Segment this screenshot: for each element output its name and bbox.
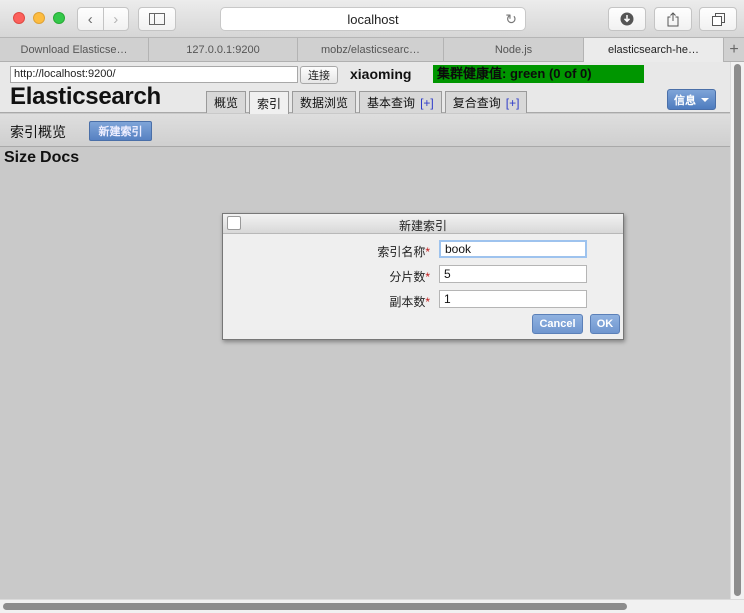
browser-tab[interactable]: Node.js	[444, 38, 584, 62]
new-tab-button[interactable]: +	[724, 38, 744, 62]
cluster-health-badge: 集群健康值: green (0 of 0)	[433, 65, 644, 83]
new-index-dialog: 新建索引 索引名称* book 分片数* 5 副本数* 1 Cancel OK	[222, 213, 624, 340]
tab-overview[interactable]: 概览	[206, 91, 247, 113]
reload-icon[interactable]: ↻	[505, 11, 517, 28]
connect-button[interactable]: 连接	[300, 66, 338, 84]
label-text: 索引名称	[377, 245, 426, 259]
back-icon[interactable]: ‹	[78, 8, 103, 30]
vertical-scrollbar[interactable]	[730, 62, 744, 599]
required-marker: *	[425, 295, 430, 309]
address-bar[interactable]: localhost ↻	[220, 7, 526, 31]
add-tab-link[interactable]: [+]	[420, 96, 434, 110]
column-size: Size	[4, 149, 37, 166]
forward-icon[interactable]: ›	[102, 8, 129, 30]
index-name-input[interactable]: book	[439, 240, 587, 258]
sidebar-icon	[149, 13, 165, 25]
new-index-button[interactable]: 新建索引	[89, 121, 152, 141]
nav-buttons: ‹ ›	[77, 7, 129, 31]
add-tab-link[interactable]: [+]	[506, 96, 520, 110]
dialog-title: 新建索引	[398, 219, 447, 233]
browser-tab-label: 127.0.0.1:9200	[186, 44, 260, 56]
sidebar-toggle-button[interactable]	[138, 7, 176, 31]
browser-tab[interactable]: mobz/elasticsearc…	[298, 38, 444, 62]
form-row-shards: 分片数* 5	[223, 265, 623, 285]
info-dropdown-button[interactable]: 信息	[667, 89, 716, 110]
field-label: 副本数*	[389, 293, 430, 310]
form-row-index-name: 索引名称* book	[223, 240, 623, 260]
browser-titlebar: ‹ › localhost ↻	[0, 0, 744, 38]
label-text: 副本数	[389, 295, 426, 309]
column-docs: Docs	[40, 149, 80, 166]
browser-tab-label: elasticsearch-he…	[607, 44, 700, 56]
tab-label: 索引	[257, 96, 282, 111]
required-marker: *	[425, 270, 430, 284]
tab-compound-query[interactable]: 复合查询 [+]	[444, 91, 528, 113]
shards-input[interactable]: 5	[439, 265, 587, 283]
cancel-button[interactable]: Cancel	[532, 314, 583, 334]
info-label: 信息	[674, 94, 696, 107]
cluster-url-input[interactable]: http://localhost:9200/	[10, 66, 298, 83]
tab-indices[interactable]: 索引	[249, 91, 290, 114]
browser-tab-strip: Download Elasticse… 127.0.0.1:9200 mobz/…	[0, 38, 744, 62]
tab-label: 复合查询	[452, 96, 501, 110]
dialog-header: 新建索引	[223, 214, 623, 234]
downloads-button[interactable]	[608, 7, 646, 31]
tab-label: 基本查询	[367, 96, 416, 110]
label-text: 分片数	[389, 270, 426, 284]
app-brand: Elasticsearch	[10, 83, 161, 110]
browser-tab[interactable]: 127.0.0.1:9200	[149, 38, 298, 62]
required-marker: *	[425, 245, 430, 259]
share-button[interactable]	[654, 7, 692, 31]
address-text: localhost	[347, 11, 399, 27]
ok-button[interactable]: OK	[590, 314, 620, 334]
browser-tab-label: mobz/elasticsearc…	[320, 44, 421, 56]
download-icon	[620, 12, 634, 26]
form-row-replicas: 副本数* 1	[223, 290, 623, 310]
app-header: http://localhost:9200/ 连接 xiaoming 集群健康值…	[0, 62, 730, 114]
field-label: 分片数*	[389, 268, 430, 285]
tab-label: 数据浏览	[300, 96, 349, 110]
tab-browser[interactable]: 数据浏览	[292, 91, 357, 113]
browser-tab-active[interactable]: elasticsearch-he…	[584, 38, 724, 62]
app-tabs: 概览 索引 数据浏览 基本查询 [+] 复合查询 [+]	[206, 91, 528, 114]
horizontal-scroll-thumb[interactable]	[3, 603, 627, 610]
tabs-icon	[711, 12, 725, 26]
cluster-name: xiaoming	[350, 66, 412, 82]
vertical-scroll-thumb[interactable]	[734, 64, 741, 596]
zoom-window-button[interactable]	[53, 12, 65, 24]
replicas-input[interactable]: 1	[439, 290, 587, 308]
chevron-down-icon	[701, 97, 709, 102]
horizontal-scrollbar[interactable]	[0, 599, 744, 613]
tabs-overview-button[interactable]	[699, 7, 737, 31]
browser-tab-label: Download Elasticse…	[20, 44, 128, 56]
browser-tab[interactable]: Download Elasticse…	[0, 38, 149, 62]
index-table-header: Size Docs	[4, 149, 79, 167]
share-icon	[667, 11, 679, 26]
tab-basic-query[interactable]: 基本查询 [+]	[359, 91, 442, 113]
section-title: 索引概览	[10, 124, 66, 140]
browser-tab-label: Node.js	[494, 44, 533, 56]
tab-label: 概览	[214, 96, 239, 110]
field-label: 索引名称*	[377, 243, 430, 260]
minimize-window-button[interactable]	[33, 12, 45, 24]
indices-toolbar: 索引概览 新建索引	[0, 114, 730, 147]
close-window-button[interactable]	[13, 12, 25, 24]
